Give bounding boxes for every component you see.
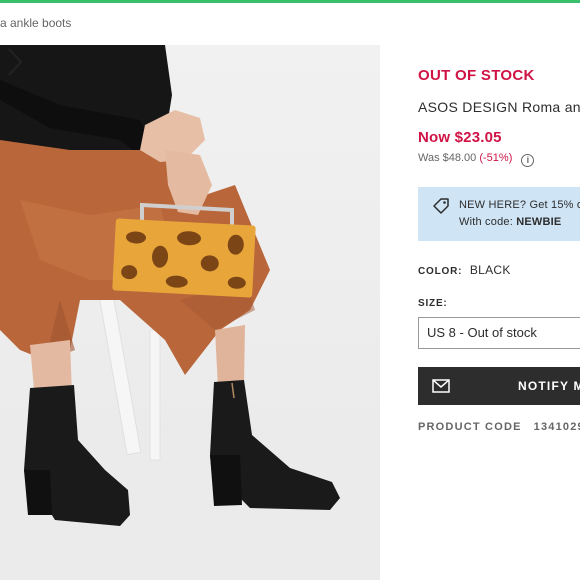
product-details: OUT OF STOCK ASOS DESIGN Roma an Now $23… — [418, 0, 580, 580]
size-select[interactable]: US 8 - Out of stock — [418, 317, 580, 349]
promo-code-prefix: With code: — [459, 216, 517, 228]
promo-banner[interactable]: NEW HERE? Get 15% o With code: NEWBIE — [418, 187, 580, 241]
product-code-value: 1341029 — [533, 421, 580, 433]
size-label: SIZE: — [418, 298, 448, 309]
stock-status: OUT OF STOCK — [418, 67, 535, 84]
mail-icon — [432, 379, 450, 393]
notify-me-label: NOTIFY M — [518, 379, 580, 393]
was-price-row: Was $48.00 (-51%) i — [418, 152, 535, 167]
promo-line-2: With code: NEWBIE — [459, 216, 561, 228]
discount-percent: (-51%) — [479, 152, 513, 164]
color-value: BLACK — [469, 263, 511, 277]
notify-me-button[interactable]: NOTIFY M — [418, 367, 580, 405]
color-row: COLOR: BLACK — [418, 263, 511, 277]
tag-icon — [433, 198, 449, 214]
was-price: Was $48.00 — [418, 152, 477, 164]
breadcrumb[interactable]: a ankle boots — [0, 16, 71, 30]
product-code: PRODUCT CODE 1341029 — [418, 421, 580, 433]
product-code-label: PRODUCT CODE — [418, 421, 522, 433]
promo-line-1: NEW HERE? Get 15% o — [459, 199, 580, 211]
color-label: COLOR: — [418, 266, 463, 277]
now-price: Now $23.05 — [418, 129, 502, 146]
product-image — [0, 45, 380, 580]
product-name: ASOS DESIGN Roma an — [418, 99, 580, 115]
chevron-right-icon[interactable] — [0, 45, 30, 79]
info-icon[interactable]: i — [521, 154, 535, 167]
promo-code: NEWBIE — [516, 216, 562, 228]
